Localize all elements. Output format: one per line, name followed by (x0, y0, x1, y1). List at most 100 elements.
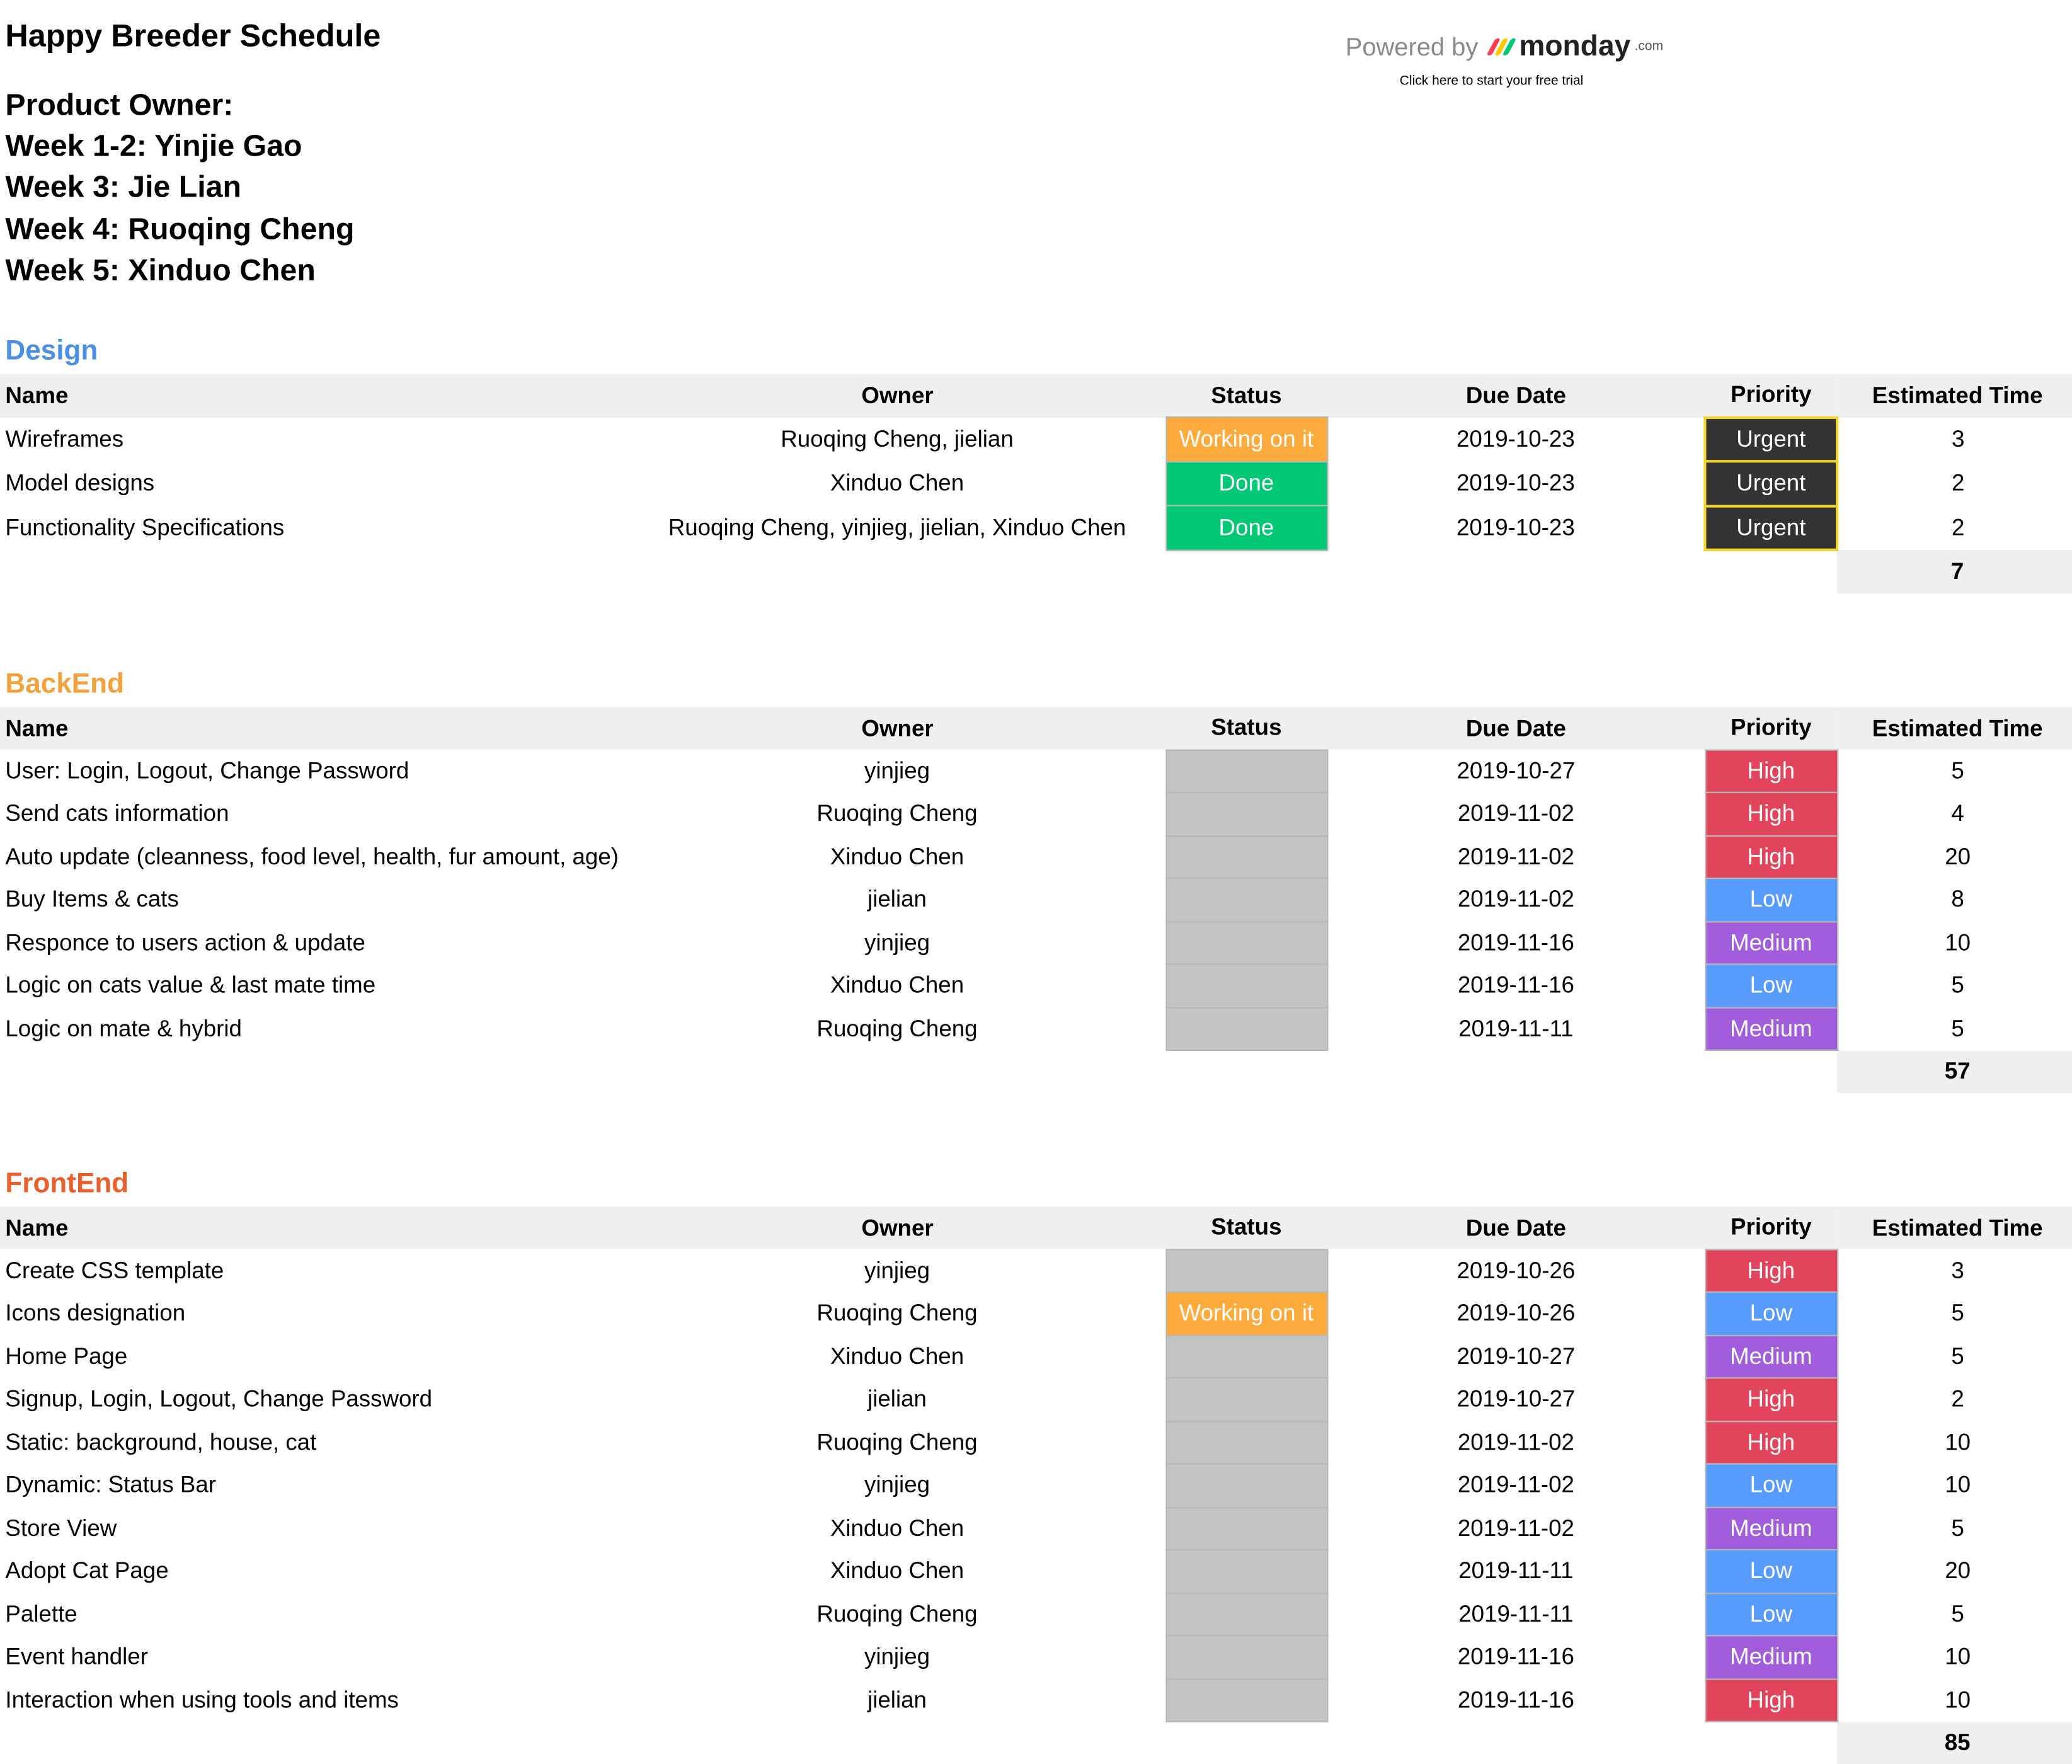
table-row[interactable]: User: Login, Logout, Change Password yinj… (0, 748, 2072, 793)
cell-owner[interactable]: Xinduo Chen (629, 1550, 1166, 1593)
status-badge[interactable] (1165, 878, 1328, 922)
priority-badge[interactable]: Urgent (1703, 504, 1839, 551)
cell-owner[interactable]: Xinduo Chen (629, 835, 1166, 878)
table-row[interactable]: Home Page Xinduo Chen 2019-10-27 Medium 5 (0, 1334, 2072, 1379)
priority-badge[interactable]: Low (1704, 1549, 1838, 1594)
cell-estimated-time[interactable]: 10 (1837, 1678, 2072, 1721)
priority-badge[interactable]: High (1704, 1420, 1838, 1465)
status-badge[interactable]: Working on it (1165, 416, 1328, 462)
cell-owner[interactable]: Ruoqing Cheng (629, 1292, 1166, 1335)
cell-estimated-time[interactable]: 10 (1837, 1464, 2072, 1507)
cell-due-date[interactable]: 2019-10-23 (1327, 417, 1705, 461)
priority-badge[interactable]: High (1704, 748, 1838, 793)
cell-estimated-time[interactable]: 5 (1837, 964, 2072, 1007)
table-row[interactable]: Logic on mate & hybrid Ruoqing Cheng 2019-… (0, 1006, 2072, 1051)
table-row[interactable]: Signup, Login, Logout, Change Password ji… (0, 1377, 2072, 1422)
cell-due-date[interactable]: 2019-10-23 (1327, 505, 1705, 549)
priority-badge[interactable]: Medium (1704, 1506, 1838, 1550)
priority-badge[interactable]: Low (1704, 878, 1838, 922)
cell-estimated-time[interactable]: 3 (1837, 417, 2072, 461)
cell-name[interactable]: Wireframes (0, 417, 629, 461)
cell-name[interactable]: Store View (0, 1507, 629, 1550)
monday-promo-link[interactable]: Powered by monday .com Click here to star… (1346, 29, 1676, 88)
table-row[interactable]: Icons designation Ruoqing Cheng Working on… (0, 1291, 2072, 1336)
status-badge[interactable]: Working on it (1165, 1291, 1328, 1336)
cell-estimated-time[interactable]: 3 (1837, 1249, 2072, 1292)
status-badge[interactable] (1165, 1006, 1328, 1051)
cell-name[interactable]: Create CSS template (0, 1249, 629, 1292)
cell-estimated-time[interactable]: 10 (1837, 1421, 2072, 1463)
cell-owner[interactable]: Xinduo Chen (629, 1507, 1166, 1550)
cell-name[interactable]: Model designs (0, 461, 629, 505)
cell-owner[interactable]: yinjieg (629, 750, 1166, 793)
cell-estimated-time[interactable]: 8 (1837, 878, 2072, 921)
cell-owner[interactable]: jielian (629, 1678, 1166, 1721)
cell-estimated-time[interactable]: 10 (1837, 1635, 2072, 1678)
cell-estimated-time[interactable]: 5 (1837, 1335, 2072, 1378)
cell-owner[interactable]: Xinduo Chen (629, 1335, 1166, 1378)
cell-name[interactable]: Logic on mate & hybrid (0, 1007, 629, 1050)
cell-name[interactable]: Buy Items & cats (0, 878, 629, 921)
cell-estimated-time[interactable]: 2 (1837, 461, 2072, 505)
cell-name[interactable]: Icons designation (0, 1292, 629, 1335)
status-badge[interactable] (1165, 1463, 1328, 1508)
priority-badge[interactable]: Medium (1704, 1006, 1838, 1051)
table-row[interactable]: Interaction when using tools and items ji… (0, 1678, 2072, 1722)
cell-estimated-time[interactable]: 2 (1837, 505, 2072, 549)
cell-name[interactable]: Adopt Cat Page (0, 1550, 629, 1593)
cell-estimated-time[interactable]: 5 (1837, 1507, 2072, 1550)
status-badge[interactable] (1165, 1678, 1328, 1722)
table-row[interactable]: Logic on cats value & last mate time Xind… (0, 963, 2072, 1008)
cell-due-date[interactable]: 2019-11-16 (1327, 921, 1705, 964)
priority-badge[interactable]: Medium (1704, 920, 1838, 965)
table-row[interactable]: Functionality Specifications Ruoqing Chen… (0, 504, 2072, 551)
cell-owner[interactable]: yinjieg (629, 921, 1166, 964)
cell-owner[interactable]: Ruoqing Cheng, jielian (629, 417, 1166, 461)
status-badge[interactable] (1165, 1549, 1328, 1594)
status-badge[interactable] (1165, 1506, 1328, 1550)
cell-due-date[interactable]: 2019-10-27 (1327, 750, 1705, 793)
cell-due-date[interactable]: 2019-11-02 (1327, 1464, 1705, 1507)
status-badge[interactable] (1165, 834, 1328, 879)
cell-name[interactable]: Responce to users action & update (0, 921, 629, 964)
status-badge[interactable] (1165, 1248, 1328, 1293)
status-badge[interactable] (1165, 1635, 1328, 1680)
cell-due-date[interactable]: 2019-11-11 (1327, 1007, 1705, 1050)
priority-badge[interactable]: Low (1704, 963, 1838, 1008)
priority-badge[interactable]: Low (1704, 1291, 1838, 1336)
cell-due-date[interactable]: 2019-11-11 (1327, 1550, 1705, 1593)
cell-due-date[interactable]: 2019-11-16 (1327, 964, 1705, 1007)
table-row[interactable]: Responce to users action & update yinjieg… (0, 920, 2072, 965)
free-trial-link[interactable]: Click here to start your free trial (1400, 74, 1676, 88)
cell-owner[interactable]: Ruoqing Cheng, yinjieg, jielian, Xinduo … (629, 505, 1166, 549)
cell-owner[interactable]: jielian (629, 878, 1166, 921)
cell-due-date[interactable]: 2019-11-02 (1327, 1507, 1705, 1550)
priority-badge[interactable]: Medium (1704, 1635, 1838, 1680)
cell-owner[interactable]: Ruoqing Cheng (629, 1593, 1166, 1635)
cell-due-date[interactable]: 2019-10-27 (1327, 1335, 1705, 1378)
status-badge[interactable] (1165, 1334, 1328, 1379)
table-row[interactable]: Event handler yinjieg 2019-11-16 Medium 10 (0, 1635, 2072, 1680)
cell-estimated-time[interactable]: 5 (1837, 1292, 2072, 1335)
cell-due-date[interactable]: 2019-11-02 (1327, 878, 1705, 921)
cell-estimated-time[interactable]: 5 (1837, 1593, 2072, 1635)
status-badge[interactable] (1165, 1377, 1328, 1422)
status-badge[interactable] (1165, 791, 1328, 836)
table-row[interactable]: Model designs Xinduo Chen Done 2019-10-23 Ur… (0, 460, 2072, 507)
cell-name[interactable]: Functionality Specifications (0, 505, 629, 549)
cell-name[interactable]: Auto update (cleanness, food level, heal… (0, 835, 629, 878)
cell-name[interactable]: Signup, Login, Logout, Change Password (0, 1378, 629, 1421)
priority-badge[interactable]: Urgent (1703, 415, 1839, 463)
table-row[interactable]: Create CSS template yinjieg 2019-10-26 High… (0, 1248, 2072, 1293)
cell-name[interactable]: Palette (0, 1593, 629, 1635)
table-row[interactable]: Adopt Cat Page Xinduo Chen 2019-11-11 Low 20 (0, 1549, 2072, 1594)
table-row[interactable]: Send cats information Ruoqing Cheng 2019-1… (0, 791, 2072, 836)
status-badge[interactable] (1165, 1592, 1328, 1637)
cell-name[interactable]: Send cats information (0, 793, 629, 835)
cell-owner[interactable]: Xinduo Chen (629, 964, 1166, 1007)
priority-badge[interactable]: High (1704, 834, 1838, 879)
cell-due-date[interactable]: 2019-11-16 (1327, 1678, 1705, 1721)
table-row[interactable]: Palette Ruoqing Cheng 2019-11-11 Low 5 (0, 1592, 2072, 1637)
cell-estimated-time[interactable]: 4 (1837, 793, 2072, 835)
cell-due-date[interactable]: 2019-11-02 (1327, 835, 1705, 878)
